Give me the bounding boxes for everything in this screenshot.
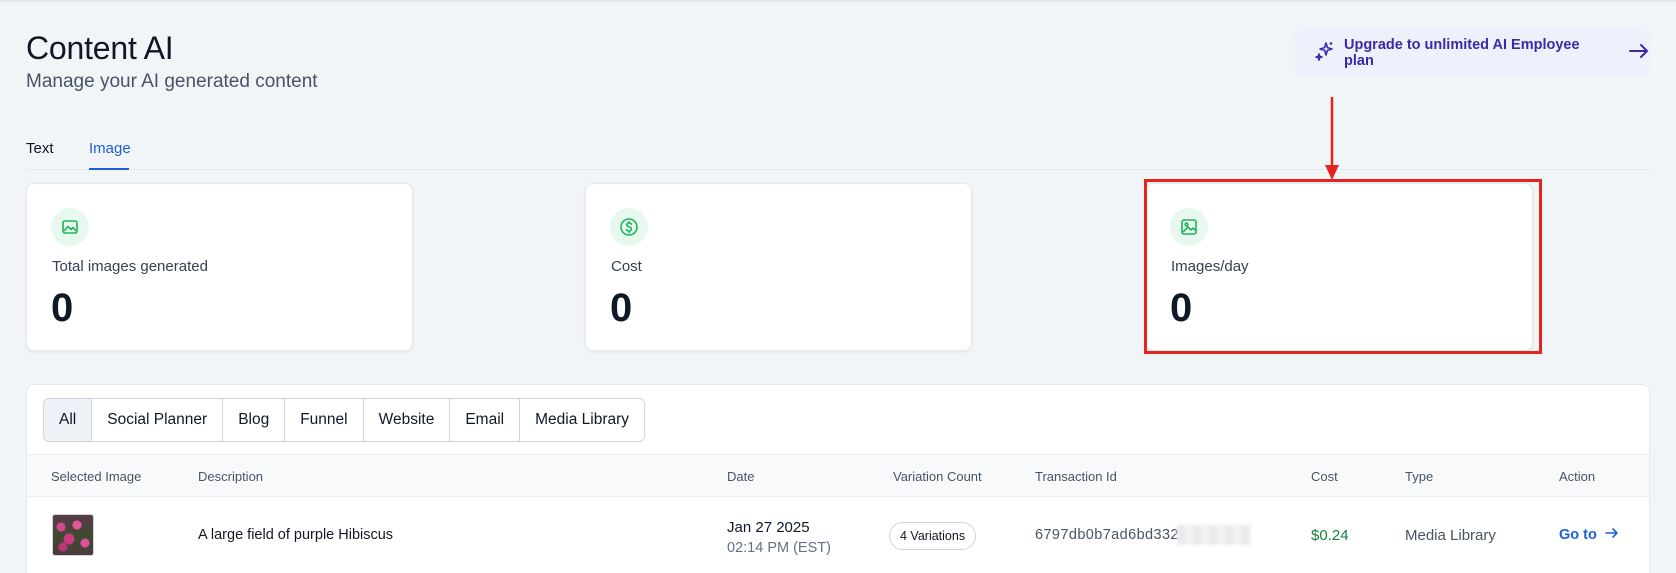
page-title: Content AI	[26, 30, 174, 66]
filter-blog[interactable]: Blog	[223, 399, 286, 441]
filter-media-library[interactable]: Media Library	[520, 399, 645, 441]
column-header-type: Type	[1405, 469, 1434, 484]
column-header-variation-count: Variation Count	[893, 469, 982, 484]
column-header-selected-image: Selected Image	[51, 469, 142, 484]
go-to-label: Go to	[1559, 527, 1597, 543]
row-transaction-id: 6797db0b7ad6bd332	[1035, 527, 1179, 543]
upgrade-plan-button[interactable]: Upgrade to unlimited AI Employee plan	[1295, 30, 1650, 76]
filter-email[interactable]: Email	[450, 399, 521, 441]
filter-all[interactable]: All	[44, 399, 93, 441]
content-table-panel: All Social Planner Blog Funnel Website E…	[26, 384, 1650, 573]
stat-card-total-images: Total images generated 0	[26, 183, 413, 351]
sparkles-icon	[1315, 41, 1335, 65]
row-description: A large field of purple Hibiscus	[198, 527, 394, 543]
filter-funnel[interactable]: Funnel	[285, 399, 364, 441]
variations-badge[interactable]: 4 Variations	[889, 522, 977, 550]
stat-value: 0	[610, 286, 633, 330]
column-header-transaction-id: Transaction Id	[1035, 469, 1117, 484]
annotation-highlight-box	[1144, 179, 1542, 354]
annotation-arrow	[1325, 97, 1339, 180]
image-frame-icon	[51, 208, 89, 246]
table-row: A large field of purple Hibiscus Jan 27 …	[27, 497, 1649, 573]
tab-text[interactable]: Text	[26, 140, 54, 157]
column-header-action: Action	[1559, 469, 1596, 484]
table-header: Selected Image Description Date Variatio…	[27, 454, 1649, 497]
image-thumbnail[interactable]	[52, 514, 94, 556]
page-subtitle: Manage your AI generated content	[26, 71, 318, 92]
row-cost: $0.24	[1311, 527, 1349, 544]
row-time: 02:14 PM (EST)	[727, 540, 831, 556]
stat-label: Total images generated	[52, 258, 208, 275]
top-divider	[0, 0, 1676, 2]
upgrade-plan-label: Upgrade to unlimited AI Employee plan	[1344, 37, 1580, 69]
content-type-tabs: Text Image	[26, 128, 1650, 170]
source-filter-group: All Social Planner Blog Funnel Website E…	[43, 398, 646, 442]
row-date: Jan 27 2025	[727, 519, 810, 536]
stat-label: Cost	[611, 258, 642, 275]
column-header-cost: Cost	[1311, 469, 1338, 484]
column-header-description: Description	[198, 469, 264, 484]
arrow-right-icon	[1628, 43, 1650, 63]
filter-social-planner[interactable]: Social Planner	[92, 399, 224, 441]
active-tab-indicator	[89, 168, 129, 170]
go-to-link[interactable]: Go to	[1559, 527, 1619, 543]
column-header-date: Date	[727, 469, 755, 484]
stat-card-cost: Cost 0	[585, 183, 972, 351]
dollar-circle-icon	[610, 208, 648, 246]
redacted-transaction-id-blur	[1177, 525, 1251, 545]
row-type: Media Library	[1405, 527, 1496, 544]
stat-value: 0	[51, 286, 74, 330]
tab-image[interactable]: Image	[89, 140, 131, 157]
filter-website[interactable]: Website	[363, 399, 451, 441]
arrow-right-icon	[1605, 527, 1619, 543]
